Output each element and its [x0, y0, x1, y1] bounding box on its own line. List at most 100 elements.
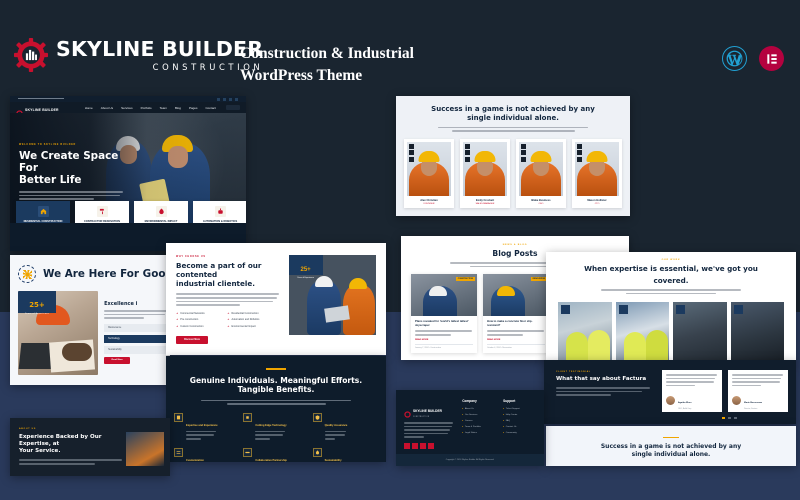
accordion-item-active[interactable]: Technology: [104, 334, 170, 343]
tagline-line-1: Construction & Industrial: [240, 45, 414, 62]
instagram-icon[interactable]: [420, 442, 426, 449]
testimonial-card[interactable]: Agatha Wren CEO, Build Corp: [662, 370, 722, 412]
nav-item-portfolio[interactable]: Portfolio: [141, 106, 152, 110]
team-member-card[interactable]: Alex Christian FOUNDER: [404, 138, 454, 208]
footer-link[interactable]: Ticket Support: [503, 407, 536, 410]
feature-card-title: ENVIRONMENTAL IMPACT: [144, 220, 178, 223]
blog-post-card[interactable]: CONSTRUCTION Plans revealed for 'world's…: [411, 274, 477, 353]
social-links[interactable]: [465, 143, 470, 162]
team-member-name: Alex Christian: [420, 198, 438, 202]
screenshot-hero-homepage[interactable]: SKYLINE BUILDER CONSTRUCTION Home About …: [10, 96, 246, 251]
benefit-item[interactable]: Collaborative Partnership: [243, 447, 308, 462]
accordion-item[interactable]: Maintenance: [104, 323, 170, 332]
expertise-card[interactable]: [558, 302, 612, 365]
renovation-read-more-button[interactable]: Read More: [104, 356, 131, 364]
blog-post-card[interactable]: RENOVATION How to make a concrete floor …: [483, 274, 549, 353]
team-title-line-2: single individual alone.: [467, 113, 559, 122]
renovation-accordion[interactable]: Maintenance Technology Sustainability: [104, 323, 170, 354]
hero-navbar[interactable]: SKYLINE BUILDER CONSTRUCTION Home About …: [10, 102, 246, 117]
team-member-photo: [463, 141, 507, 196]
blog-post-image: RENOVATION: [483, 274, 549, 317]
facebook-icon[interactable]: [404, 442, 410, 449]
accordion-label: Technology: [108, 337, 120, 340]
nav-item-about[interactable]: About Us: [101, 106, 113, 110]
footer-link[interactable]: FAQ: [503, 419, 536, 422]
social-links[interactable]: [577, 143, 582, 162]
screenshot-expertise-section[interactable]: OUR WORK When expertise is essential, we…: [546, 252, 796, 365]
social-links[interactable]: [521, 143, 526, 162]
team-member-card[interactable]: Emily Crockett SALES MANAGER: [460, 138, 510, 208]
benefits-eyebrow-rule: [266, 368, 286, 370]
team-member-name: Emily Crockett: [475, 198, 495, 202]
testimonial-author: Marie Besserman: [744, 402, 763, 405]
accordion-item[interactable]: Sustainability: [104, 345, 170, 354]
feature-card[interactable]: AUTOMATION & ROBOTICS: [193, 201, 246, 223]
list-item: Custom Construction: [176, 325, 227, 328]
nav-item-team[interactable]: Team: [160, 106, 167, 110]
nav-item-contact[interactable]: Contact: [205, 106, 215, 110]
blog-post-read-more[interactable]: READ MORE: [487, 339, 545, 341]
screenshot-clientele-section[interactable]: WHY CHOOSE US Become a part of our conte…: [166, 243, 386, 355]
footer-link[interactable]: Community: [503, 431, 536, 434]
expertise-card[interactable]: [673, 302, 727, 365]
nav-item-blog[interactable]: Blog: [175, 106, 181, 110]
footer-socials[interactable]: [404, 442, 454, 449]
footer-link[interactable]: Our Services: [462, 413, 495, 416]
benefit-item[interactable]: Sustainability: [312, 447, 378, 462]
screenshot-testimonials-section[interactable]: CLIENT TESTIMONIAL What that say about F…: [544, 360, 796, 424]
footer-link[interactable]: Contact Us: [503, 425, 536, 428]
wordpress-icon[interactable]: [722, 46, 747, 71]
nav-item-home[interactable]: Home: [85, 106, 93, 110]
social-links[interactable]: [409, 143, 414, 162]
benefit-item[interactable]: Expertise and Experience: [174, 412, 239, 442]
screenshot-footer-section[interactable]: SKYLINE BUILDER CONSTRUCTION Company Abo…: [396, 390, 544, 466]
facebook-icon: [409, 143, 414, 149]
screenshot-renovation-section[interactable]: We Are Here For Goods Renova 25+ Years o…: [10, 255, 170, 385]
benefit-item[interactable]: Customization: [174, 447, 239, 462]
hero-feature-cards: RESIDENTIAL CONSTRUCTION CONTRACTOR RENO…: [16, 201, 246, 223]
linkedin-icon[interactable]: [428, 442, 434, 449]
elementor-icon[interactable]: [759, 46, 784, 71]
hero-nav-items[interactable]: Home About Us Services Portfolio Team Bl…: [85, 106, 216, 110]
feature-card[interactable]: ENVIRONMENTAL IMPACT: [134, 201, 188, 223]
expertise-card[interactable]: [615, 302, 669, 365]
team-member-card[interactable]: Mason Hollister CTO: [572, 138, 622, 208]
screenshot-cta-section[interactable]: Success in a game is not achieved by any…: [546, 426, 796, 466]
footer-link[interactable]: Help Center: [503, 413, 536, 416]
benefit-title: Quality Assurance: [324, 423, 348, 427]
benefit-title: Cutting Edge Technology: [255, 423, 287, 427]
feature-card[interactable]: RESIDENTIAL CONSTRUCTION: [16, 201, 70, 223]
screenshot-experience-strip[interactable]: ABOUT US Experience Backed by Our Expert…: [10, 418, 170, 476]
renovation-title: We Are Here For Goods Renova: [43, 268, 170, 280]
blog-post-read-more[interactable]: READ MORE: [415, 339, 473, 341]
hero-nav-cta-button[interactable]: [226, 105, 240, 110]
avatar: [732, 395, 741, 405]
twitter-icon[interactable]: [412, 442, 418, 449]
footer-brand-name: SKYLINE BUILDER: [413, 409, 442, 413]
screenshot-benefits-section[interactable]: Genuine Individuals. Meaningful Efforts.…: [166, 356, 386, 462]
footer-link[interactable]: About Us: [462, 407, 495, 410]
feature-card[interactable]: CONTRACTOR RENOVATION: [75, 201, 129, 223]
footer-link[interactable]: Team & Portfolio: [462, 425, 495, 428]
team-title-line-1: Success in a game is not achieved by any: [431, 105, 595, 113]
screenshot-team-section[interactable]: Success in a game is not achieved by any…: [396, 96, 630, 216]
experience-title-line-2: Your Service.: [19, 448, 61, 455]
testimonial-card[interactable]: Marie Besserman Director, Factura: [728, 370, 788, 412]
nav-item-pages[interactable]: Pages: [189, 106, 198, 110]
nav-item-services[interactable]: Services: [121, 106, 133, 110]
benefit-item[interactable]: Quality Assurance: [312, 412, 378, 442]
blog-post-image: CONSTRUCTION: [411, 274, 477, 317]
hero-title-line-2: Better Life: [19, 174, 82, 187]
footer-link[interactable]: Legal Notice: [462, 431, 495, 434]
benefit-item[interactable]: Cutting Edge Technology: [243, 412, 308, 442]
expertise-card[interactable]: [730, 302, 784, 365]
footer-link[interactable]: Careers: [462, 419, 495, 422]
carousel-dots[interactable]: [722, 417, 737, 419]
team-member-card[interactable]: Blake Business CEO: [516, 138, 566, 208]
team-member-role: CTO: [594, 202, 600, 205]
clientele-discover-button[interactable]: Discover More: [176, 335, 208, 344]
experience-badge-number: 25+: [29, 301, 45, 309]
team-member-photo: [407, 141, 451, 196]
hero-title-line-1: We Create Space For: [19, 150, 119, 175]
screenshot-stage: SKYLINE BUILDER CONSTRUCTION Constructio…: [0, 0, 800, 500]
